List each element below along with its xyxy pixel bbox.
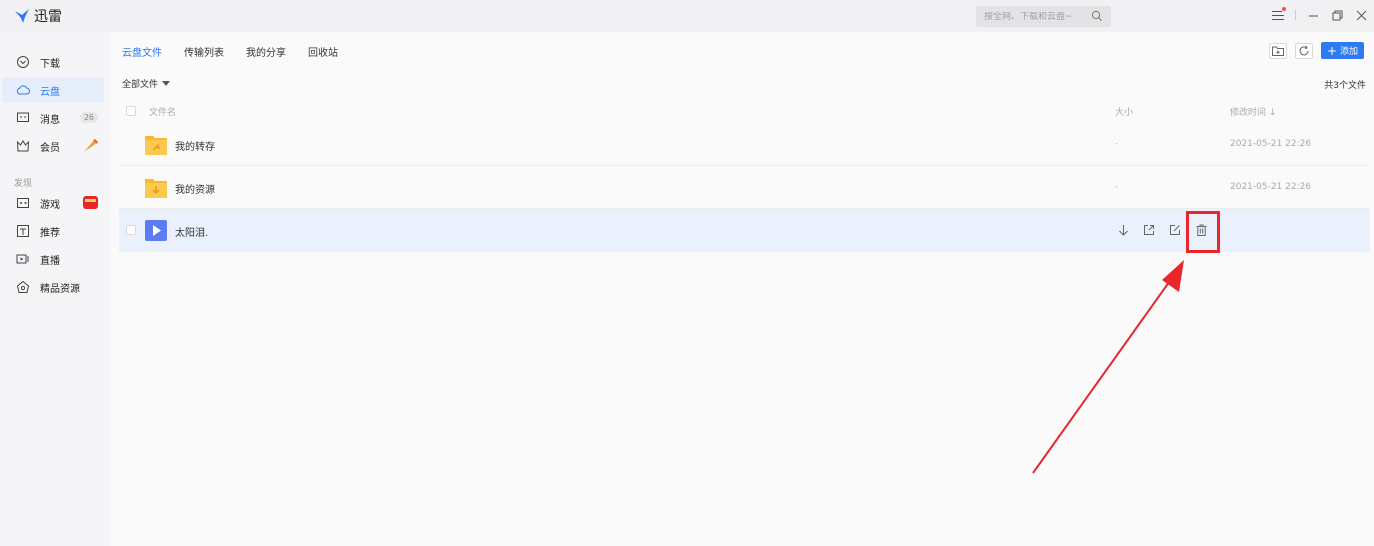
app-name: 迅雷 xyxy=(34,9,62,25)
refresh-button[interactable] xyxy=(1295,42,1313,59)
menu-icon[interactable] xyxy=(1271,7,1286,22)
annotation-arrow xyxy=(1032,260,1184,474)
sidebar-item-boutique[interactable]: 精品资源 xyxy=(2,274,104,300)
sidebar-item-label: 下载 xyxy=(40,58,60,70)
window-controls xyxy=(1271,7,1368,22)
share-icon[interactable] xyxy=(1142,223,1156,237)
sidebar-item-recommend[interactable]: 推荐 xyxy=(2,218,104,244)
sidebar-item-label: 精品资源 xyxy=(40,283,80,295)
select-all-checkbox[interactable] xyxy=(126,106,136,116)
restore-icon[interactable] xyxy=(1330,8,1344,22)
tab-recycle-bin[interactable]: 回收站 xyxy=(308,44,338,59)
divider xyxy=(1295,10,1296,20)
file-count: 共3个文件 xyxy=(1324,81,1366,91)
column-header-size: 大小 xyxy=(1115,108,1134,118)
file-name: 太阳泪. xyxy=(175,228,209,239)
member-promo-icon xyxy=(84,139,98,152)
file-modified-time: 2021-05-21 22:26 xyxy=(1230,182,1312,192)
gamepad-icon xyxy=(17,198,29,208)
gift-icon xyxy=(83,196,98,209)
sidebar-item-label: 推荐 xyxy=(40,227,60,239)
rename-icon[interactable] xyxy=(1168,223,1182,237)
sidebar-item-cloud[interactable]: 云盘 xyxy=(2,77,104,103)
caret-down-icon xyxy=(162,80,171,86)
title-bar: 迅雷 xyxy=(0,0,1374,32)
crown-icon xyxy=(16,140,30,152)
download-circle-icon xyxy=(17,56,29,68)
message-icon xyxy=(17,112,29,122)
breadcrumb-label: 全部文件 xyxy=(122,80,159,90)
new-folder-icon xyxy=(1272,46,1284,56)
search-box[interactable] xyxy=(976,6,1111,27)
sidebar: 下载 云盘 消息 26 会员 发现 游戏 推荐 直播 精品资源 xyxy=(0,32,111,546)
live-icon xyxy=(16,254,29,264)
file-modified-time: 2021-05-21 22:26 xyxy=(1230,139,1312,149)
sidebar-item-label: 游戏 xyxy=(40,199,60,211)
recommend-icon xyxy=(17,225,29,237)
file-name: 我的转存 xyxy=(175,142,215,153)
plus-icon: + xyxy=(1326,43,1338,58)
boutique-icon xyxy=(16,280,30,293)
cloud-icon xyxy=(16,85,30,95)
folder-icon xyxy=(145,179,167,198)
sidebar-item-games[interactable]: 游戏 xyxy=(2,190,104,216)
add-button[interactable]: + 添加 xyxy=(1321,42,1364,59)
column-header-name: 文件名 xyxy=(149,108,177,118)
minimize-icon[interactable] xyxy=(1306,8,1320,22)
sidebar-item-download[interactable]: 下载 xyxy=(2,49,104,75)
app-logo: 迅雷 xyxy=(14,6,62,26)
sidebar-item-label: 直播 xyxy=(40,255,60,267)
download-icon[interactable] xyxy=(1116,223,1130,237)
row-checkbox[interactable] xyxy=(126,225,136,235)
table-header: 文件名 大小 修改时间 ↓ xyxy=(119,101,1370,121)
sidebar-item-label: 消息 xyxy=(40,114,60,126)
xunlei-bird-icon xyxy=(15,9,29,23)
search-input[interactable] xyxy=(984,11,1084,22)
table-row[interactable]: 我的转存 - 2021-05-21 22:26 xyxy=(119,123,1370,166)
file-size: - xyxy=(1115,139,1119,149)
sidebar-item-label: 会员 xyxy=(40,142,60,154)
table-row[interactable]: 太阳泪. xyxy=(119,209,1370,252)
new-folder-button[interactable] xyxy=(1269,42,1287,59)
file-size: - xyxy=(1115,182,1119,192)
message-count-badge: 26 xyxy=(79,112,98,123)
delete-highlight-box xyxy=(1186,211,1220,253)
table-row[interactable]: 我的资源 - 2021-05-21 22:26 xyxy=(119,166,1370,209)
refresh-icon xyxy=(1299,45,1309,55)
notification-dot xyxy=(1282,7,1286,11)
main-tabs: 云盘文件 传输列表 我的分享 回收站 xyxy=(122,44,338,59)
folder-icon xyxy=(145,136,167,155)
tab-cloud-files[interactable]: 云盘文件 xyxy=(122,44,162,59)
sidebar-item-live[interactable]: 直播 xyxy=(2,246,104,272)
add-button-label: 添加 xyxy=(1340,47,1359,57)
sidebar-item-member[interactable]: 会员 xyxy=(2,133,104,159)
column-header-time[interactable]: 修改时间 ↓ xyxy=(1230,105,1276,118)
breadcrumb[interactable]: 全部文件 xyxy=(122,77,171,90)
sidebar-item-messages[interactable]: 消息 26 xyxy=(2,105,104,131)
video-file-icon xyxy=(145,220,167,241)
search-icon[interactable] xyxy=(1091,10,1103,22)
close-icon[interactable] xyxy=(1354,8,1368,22)
file-name: 我的资源 xyxy=(175,185,215,196)
sidebar-item-label: 云盘 xyxy=(40,86,60,98)
tab-my-shares[interactable]: 我的分享 xyxy=(246,44,286,59)
toolbar-right: + 添加 xyxy=(1269,42,1364,59)
section-label-discover: 发现 xyxy=(14,179,33,189)
tab-transfer-list[interactable]: 传输列表 xyxy=(184,44,224,59)
